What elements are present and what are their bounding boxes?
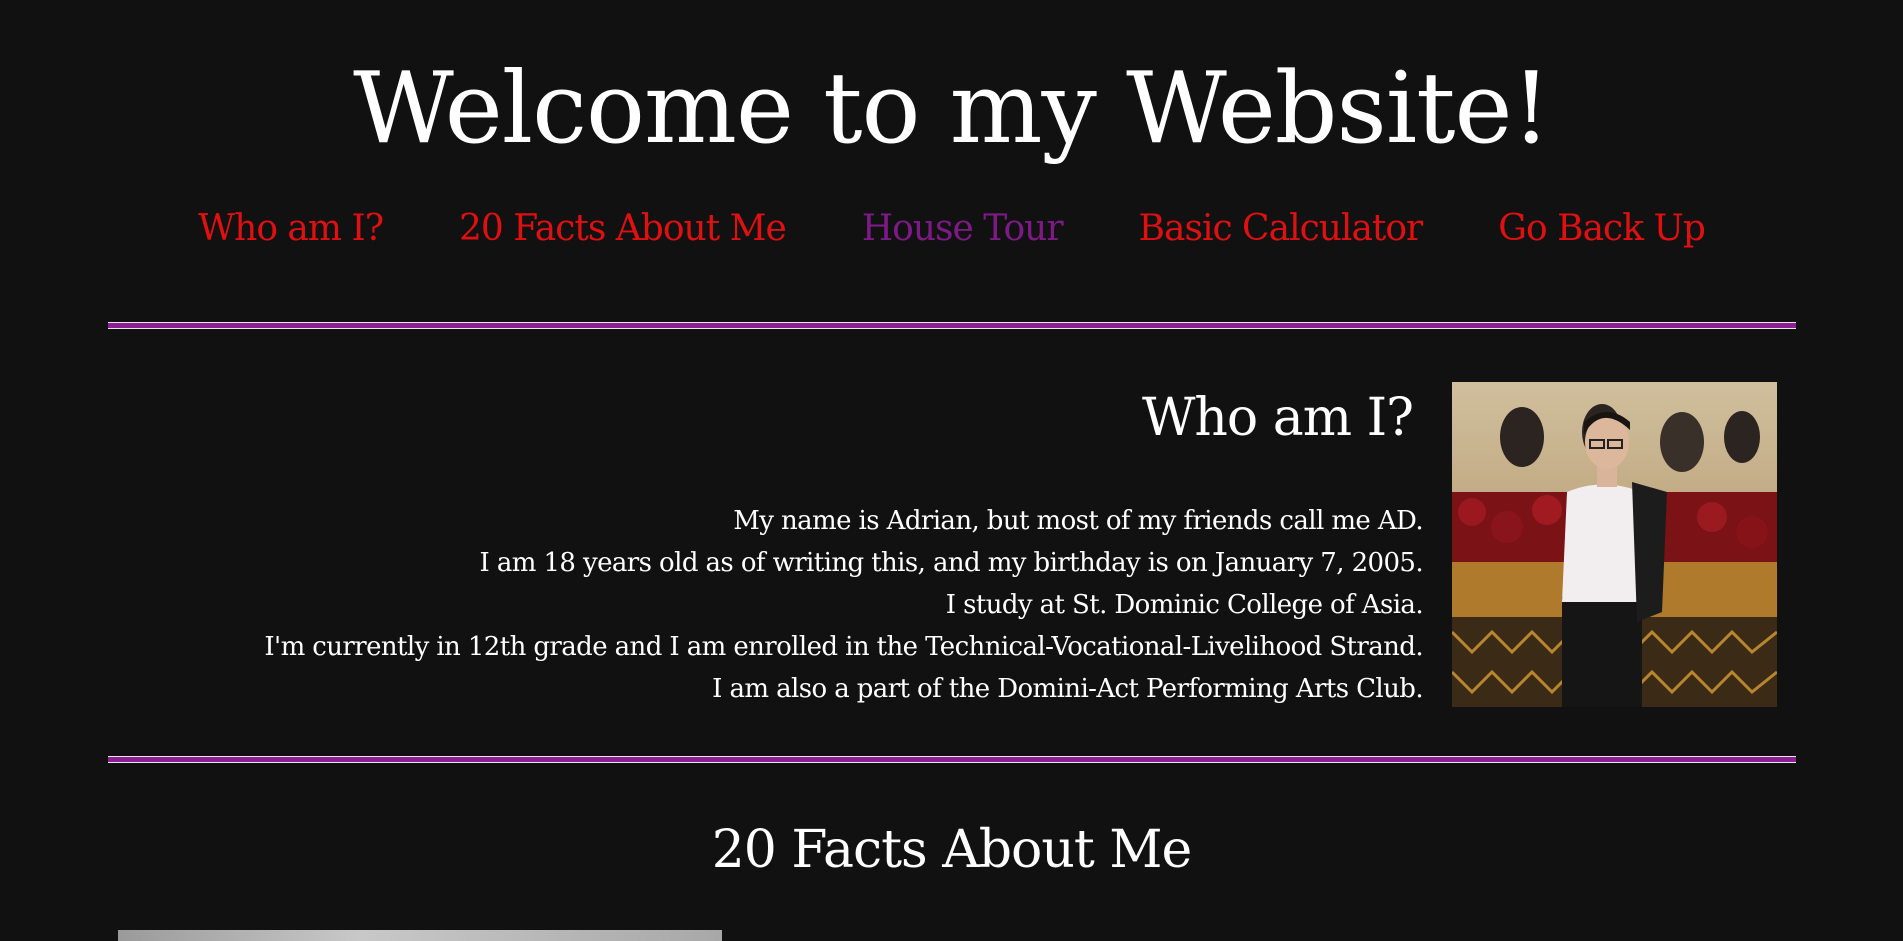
who-line: My name is Adrian, but most of my friend… [733, 506, 1423, 536]
nav-link-house-tour[interactable]: House Tour [862, 208, 1064, 249]
facts-text-cutoff [792, 930, 1612, 941]
page: Welcome to my Website! Who am I? 20 Fact… [0, 0, 1903, 941]
who-line: I am also a part of the Domini-Act Perfo… [712, 674, 1423, 704]
nav-link-who-am-i[interactable]: Who am I? [198, 208, 384, 249]
profile-photo [1452, 382, 1777, 707]
facts-image [118, 930, 722, 941]
section-divider [108, 756, 1796, 763]
profile-photo-image [1452, 382, 1777, 707]
site-title: Welcome to my Website! [353, 52, 1551, 166]
section-divider [108, 322, 1796, 329]
facts-heading: 20 Facts About Me [711, 820, 1193, 880]
nav-link-go-back-up[interactable]: Go Back Up [1498, 208, 1706, 249]
who-am-i-text: My name is Adrian, but most of my friend… [264, 500, 1423, 710]
who-line: I study at St. Dominic College of Asia. [945, 590, 1424, 620]
nav-link-20-facts[interactable]: 20 Facts About Me [459, 208, 787, 249]
nav-link-basic-calculator[interactable]: Basic Calculator [1139, 208, 1424, 249]
who-am-i-heading: Who am I? [1141, 388, 1414, 448]
who-line: I am 18 years old as of writing this, an… [479, 548, 1424, 578]
main-nav: Who am I? 20 Facts About Me House Tour B… [0, 208, 1903, 249]
who-line: I'm currently in 12th grade and I am enr… [264, 632, 1423, 662]
